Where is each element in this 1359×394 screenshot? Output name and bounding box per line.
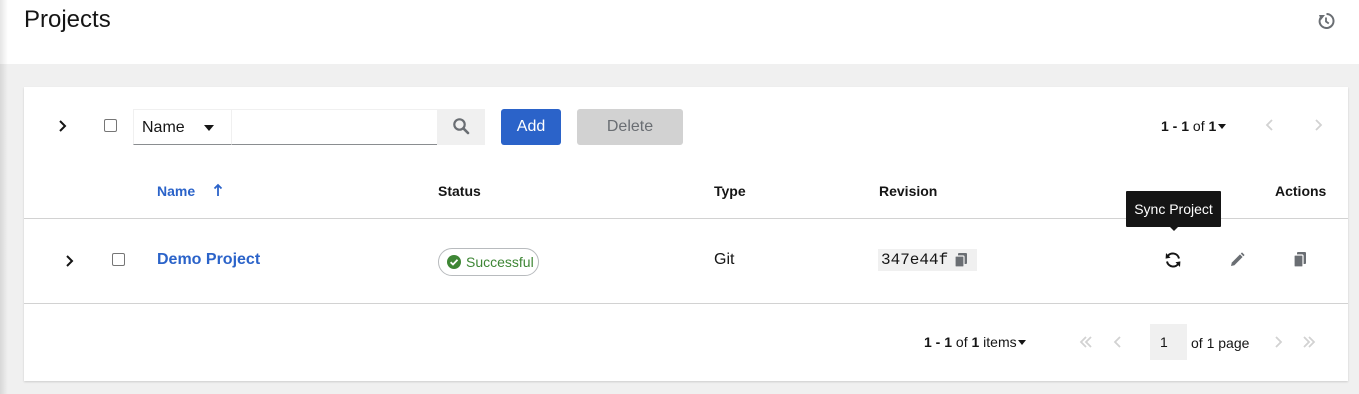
check-circle-icon <box>447 255 461 269</box>
project-name-link[interactable]: Demo Project <box>157 251 260 269</box>
copy-revision-icon[interactable] <box>954 252 968 268</box>
column-header-revision[interactable]: Revision <box>879 183 937 199</box>
of-pages-label: of 1 page <box>1191 335 1250 351</box>
caret-down-icon <box>204 125 214 131</box>
row-divider <box>24 303 1348 304</box>
search-icon <box>453 117 470 134</box>
top-pagination-summary[interactable]: 1 - 1 of 1 <box>1161 118 1216 134</box>
sidebar-shadow <box>0 0 8 394</box>
revision-text: 347e44f <box>881 251 949 269</box>
sync-tooltip: Sync Project <box>1126 191 1221 227</box>
copy-icon[interactable] <box>1293 251 1307 268</box>
previous-page-icon[interactable] <box>1112 335 1124 349</box>
column-header-name[interactable]: Name <box>157 183 195 199</box>
bottom-pagination-range: 1 - 1 <box>924 334 953 350</box>
next-page-icon[interactable] <box>1272 335 1284 349</box>
page-header: Projects <box>0 0 1359 64</box>
status-text: Successful <box>466 254 534 270</box>
expand-all-icon[interactable] <box>55 118 71 134</box>
column-header-type[interactable]: Type <box>714 183 746 199</box>
bottom-pagination-of: of <box>955 334 968 350</box>
page-title: Projects <box>24 6 111 33</box>
first-page-icon[interactable] <box>1078 335 1094 349</box>
history-icon[interactable] <box>1316 11 1336 31</box>
pagination-of: of <box>1192 118 1205 134</box>
column-header-status[interactable]: Status <box>438 183 481 199</box>
sort-ascending-icon[interactable] <box>213 183 223 197</box>
tooltip-arrow <box>1169 226 1179 231</box>
pagination-total: 1 <box>1208 118 1217 134</box>
sync-icon[interactable] <box>1164 251 1182 269</box>
delete-button[interactable]: Delete <box>577 109 683 145</box>
search-field-label: Name <box>142 119 185 136</box>
current-page-input[interactable] <box>1150 324 1187 360</box>
bottom-pagination-summary[interactable]: 1 - 1 of 1 items <box>924 334 1017 350</box>
edit-icon[interactable] <box>1229 252 1245 268</box>
search-input[interactable] <box>231 109 438 145</box>
bottom-pagination-items: items <box>983 334 1017 350</box>
row-checkbox[interactable] <box>112 253 125 266</box>
next-page-icon[interactable] <box>1312 118 1324 132</box>
revision-chip: 347e44f <box>878 249 977 271</box>
bottom-pagination-total: 1 <box>971 334 980 350</box>
status-badge[interactable]: Successful <box>438 248 539 276</box>
add-button[interactable]: Add <box>501 109 561 145</box>
select-all-checkbox[interactable] <box>104 119 117 132</box>
previous-page-icon[interactable] <box>1264 118 1276 132</box>
search-field-select[interactable]: Name <box>133 109 232 145</box>
project-type: Git <box>714 251 735 268</box>
pagination-range: 1 - 1 <box>1161 118 1190 134</box>
last-page-icon[interactable] <box>1301 335 1317 349</box>
expand-row-icon[interactable] <box>62 253 78 269</box>
caret-down-icon[interactable] <box>1218 124 1226 129</box>
search-button[interactable] <box>437 109 485 145</box>
caret-down-icon[interactable] <box>1018 340 1026 345</box>
projects-card: Name Add Delete 1 - 1 of 1 Name Status T… <box>24 87 1348 381</box>
column-header-actions: Actions <box>1275 183 1327 199</box>
